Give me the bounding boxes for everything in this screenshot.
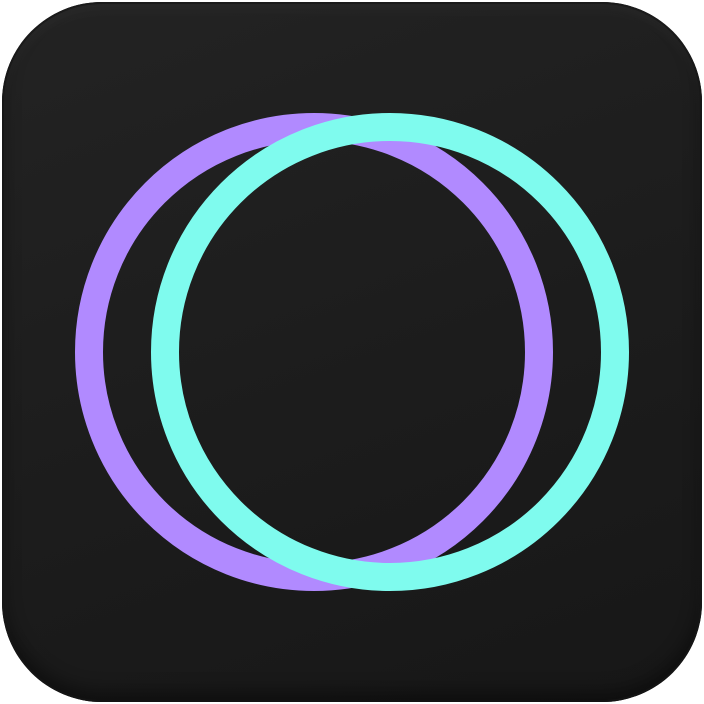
overlapping-rings-icon (75, 113, 629, 591)
app-icon[interactable] (0, 0, 704, 704)
